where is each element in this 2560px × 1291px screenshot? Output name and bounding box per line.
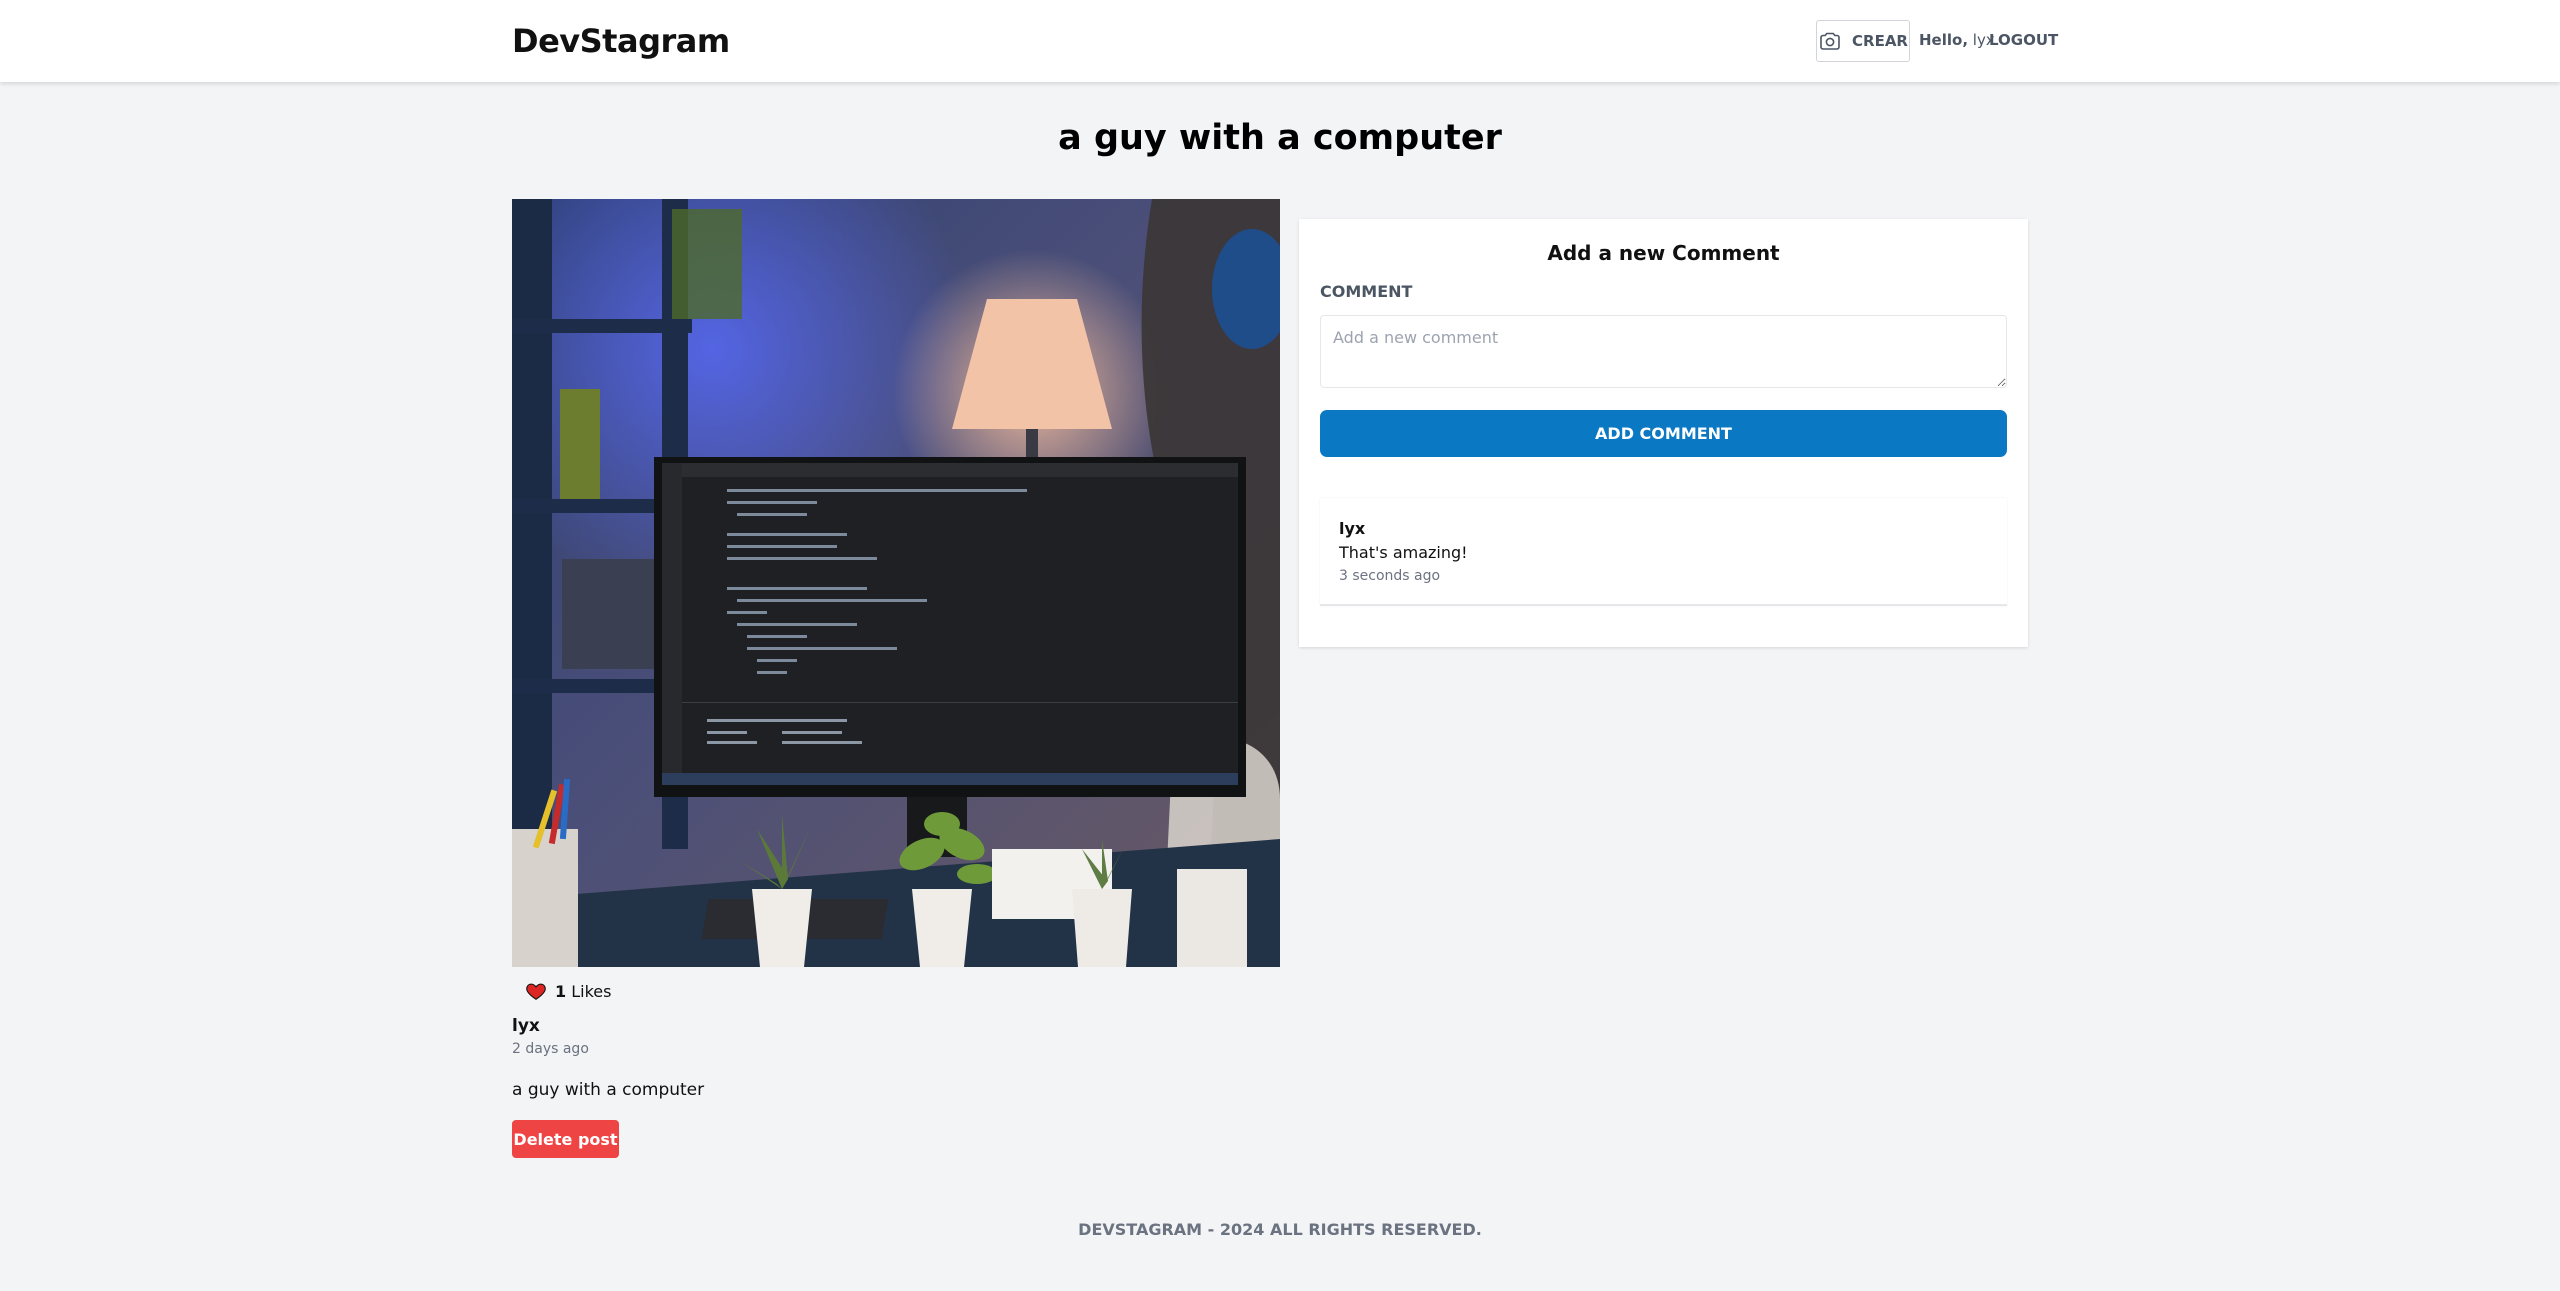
post-time: 2 days ago <box>512 1041 589 1057</box>
comment-author[interactable]: lyx <box>1339 519 1365 538</box>
comment-time: 3 seconds ago <box>1339 568 1441 584</box>
post-image <box>512 199 1280 967</box>
camera-icon <box>1820 32 1840 50</box>
logout-link[interactable]: LOGOUT <box>1989 31 2058 49</box>
delete-post-button[interactable]: Delete post <box>512 1120 619 1158</box>
comment-label: COMMENT <box>1320 282 1413 301</box>
create-post-label: CREAR <box>1852 32 1908 50</box>
post-photo-illustration <box>512 199 1280 967</box>
post-author[interactable]: lyx <box>512 1016 540 1036</box>
comment-item: lyx That's amazing! 3 seconds ago <box>1320 498 2007 606</box>
comment-text: That's amazing! <box>1339 543 1468 562</box>
comments-panel: Add a new Comment COMMENT ADD COMMENT ly… <box>1299 219 2028 647</box>
page-title: a guy with a computer <box>1058 118 1502 158</box>
heart-icon[interactable] <box>525 980 547 1002</box>
add-comment-button[interactable]: ADD COMMENT <box>1320 410 2007 457</box>
comment-form-title: Add a new Comment <box>1547 241 1780 265</box>
likes-row: 1 Likes <box>525 980 611 1002</box>
likes-count: 1 <box>555 981 567 1001</box>
footer-copyright: DEVSTAGRAM - 2024 ALL RIGHTS RESERVED. <box>1078 1220 1482 1239</box>
brand-logo[interactable]: DevStagram <box>512 22 730 60</box>
comment-input[interactable] <box>1320 315 2007 388</box>
likes-label: Likes <box>571 981 612 1001</box>
user-greeting: Hello, lyx <box>1919 31 1995 49</box>
greeting-prefix: Hello, <box>1919 31 1969 49</box>
create-post-button[interactable]: CREAR <box>1816 20 1910 62</box>
post-description: a guy with a computer <box>512 1080 705 1100</box>
top-navbar: DevStagram CREAR Hello, lyx LOGOUT <box>0 0 2560 82</box>
